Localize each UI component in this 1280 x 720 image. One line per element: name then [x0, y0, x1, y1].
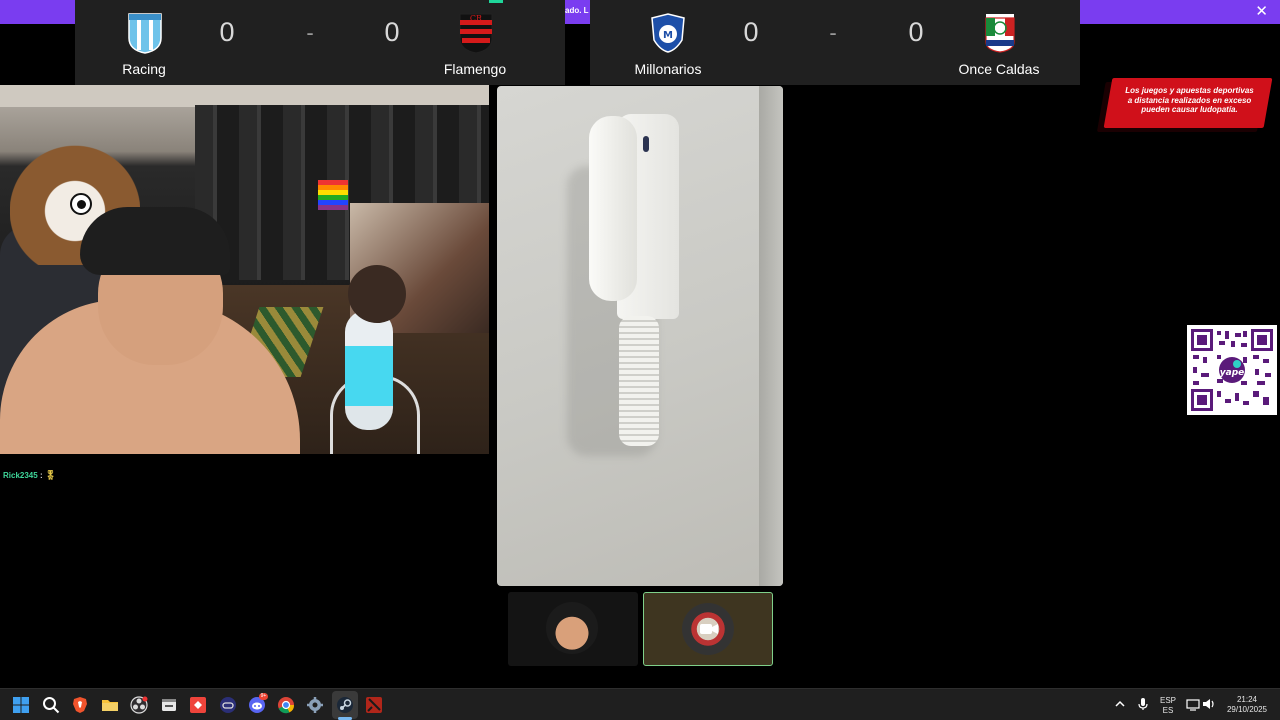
home-score: 0 [743, 17, 759, 47]
chat-separator: : [39, 471, 43, 480]
chat-emote: 🎖 [44, 470, 57, 480]
once-caldas-crest-icon [985, 14, 1015, 53]
home-score: 0 [219, 17, 235, 47]
chat-username: Rick2345 [3, 471, 38, 480]
away-team-name: Flamengo [443, 61, 507, 77]
flamengo-crest-icon: CR [459, 13, 493, 54]
anydesk-icon[interactable] [189, 696, 207, 714]
participant-tile-1[interactable] [508, 592, 638, 666]
dota-icon[interactable] [365, 696, 383, 714]
microphone-icon[interactable] [1136, 697, 1150, 711]
home-team-name: Millonarios [634, 61, 702, 77]
qr-brand-label: yape [1220, 368, 1245, 378]
away-team-name: Once Caldas [958, 61, 1040, 77]
wall-edge [759, 86, 783, 586]
streamer-cap [80, 207, 230, 275]
score-separator: - [306, 20, 314, 45]
scoreboard-accent [489, 0, 503, 3]
media-app-icon[interactable] [160, 696, 178, 714]
home-team-name: Racing [122, 61, 166, 77]
clock-date: 29/10/2025 [1226, 705, 1268, 714]
racing-crest-icon [128, 13, 162, 54]
intercom-led [643, 136, 649, 152]
away-score: 0 [384, 17, 400, 47]
scoreboard-1: Racing 0 - 0 CR Flamengo [75, 0, 565, 85]
language-indicator[interactable]: ESP ES [1155, 696, 1181, 716]
warning-line-1: Los juegos y apuestas deportivas [1125, 86, 1254, 95]
video-call-main-feed[interactable] [497, 86, 783, 586]
gambling-warning-text: Los juegos y apuestas deportivas a dista… [1112, 86, 1267, 115]
brave-browser-icon[interactable] [71, 696, 89, 714]
score-separator: - [829, 20, 837, 45]
close-icon[interactable]: ✕ [1255, 3, 1268, 21]
mascot-eye [70, 193, 92, 215]
svg-text:CR: CR [470, 14, 483, 23]
doll-head [348, 265, 406, 323]
video-camera-icon [700, 624, 718, 634]
avatar [546, 602, 598, 654]
webcam-ceiling [0, 85, 489, 107]
warning-line-3: pueden causar ludopatía. [1141, 105, 1238, 114]
windows-taskbar: 9+ ESP ES 21:24 29/10/2025 [0, 688, 1280, 720]
away-score: 0 [908, 17, 924, 47]
chevron-up-icon[interactable] [1113, 697, 1127, 711]
windows-start-icon[interactable] [12, 696, 30, 714]
steam-icon[interactable] [336, 696, 354, 714]
system-clock[interactable]: 21:24 29/10/2025 [1222, 695, 1272, 715]
scoreboard-2: M Millonarios 0 - 0 Once Caldas [590, 0, 1080, 85]
network-icon[interactable] [1186, 697, 1200, 711]
yape-qr-code: yape [1187, 325, 1277, 415]
svg-text:M: M [663, 30, 673, 41]
microphone [345, 310, 393, 430]
clock-time: 21:24 [1236, 695, 1258, 704]
participant-tile-2[interactable] [643, 592, 773, 666]
settings-gear-icon[interactable] [306, 696, 324, 714]
obs-studio-icon[interactable] [130, 696, 148, 714]
intercom-cord [619, 316, 659, 446]
chat-message: Rick2345 : 🎖 [3, 470, 56, 481]
intercom-handset [589, 116, 637, 301]
volume-icon[interactable] [1202, 697, 1216, 711]
qr-code-icon: yape [1191, 329, 1273, 411]
rainbow-flag [318, 180, 348, 210]
disc-app-icon[interactable] [219, 696, 237, 714]
millonarios-crest-icon: M [651, 13, 685, 53]
chrome-icon[interactable] [277, 696, 295, 714]
search-icon[interactable] [42, 696, 60, 714]
file-explorer-icon[interactable] [101, 696, 119, 714]
discord-notification-badge: 9+ [259, 693, 268, 700]
language-top: ESP [1159, 696, 1176, 705]
streamer-webcam [0, 85, 489, 454]
language-bottom: ES [1162, 706, 1174, 715]
warning-line-2: a distancia realizados en exceso [1127, 95, 1252, 105]
banner-ticker-text: ado. L [565, 6, 589, 15]
